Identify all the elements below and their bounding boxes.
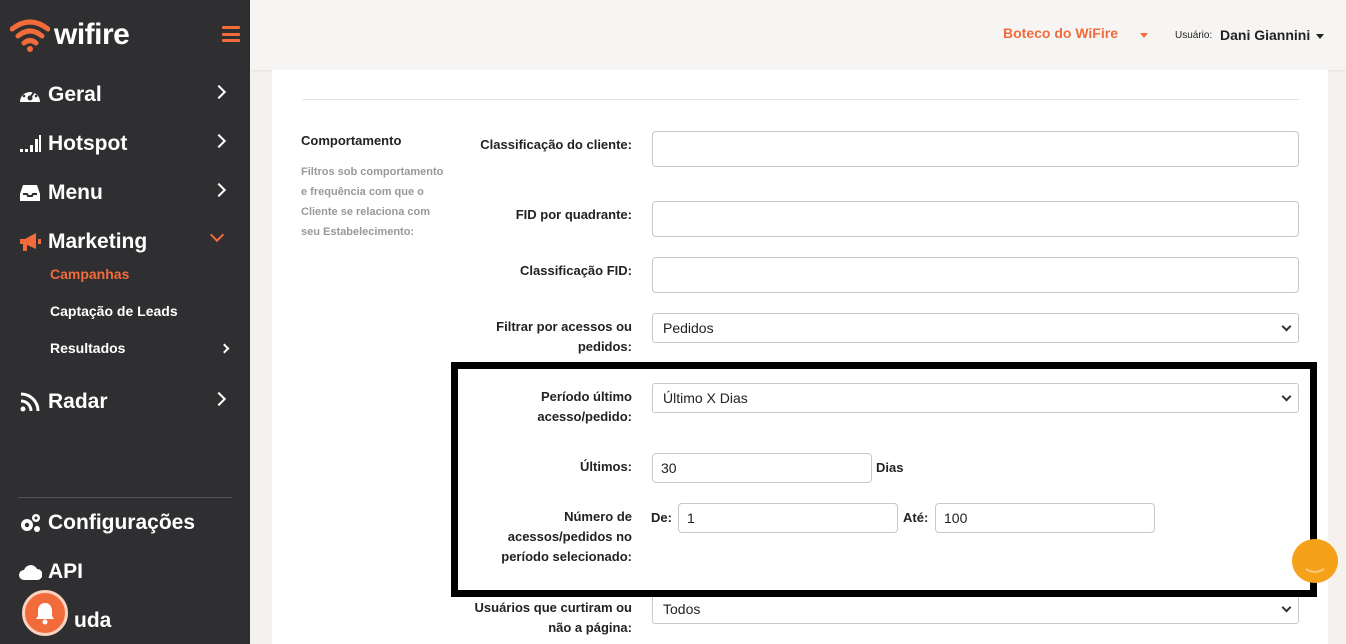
wifi-logo-icon: [9, 17, 51, 53]
menu-toggle-icon[interactable]: [222, 26, 240, 42]
chevron-right-icon: [211, 391, 227, 407]
notification-bell-button[interactable]: [22, 590, 68, 636]
ate-input[interactable]: 100: [935, 503, 1155, 533]
de-input[interactable]: 1: [678, 503, 898, 533]
ate-label: Até:: [903, 510, 929, 525]
sidebar-subitem-captacao-leads[interactable]: Captação de Leads: [50, 303, 178, 319]
chevron-down-icon: [1281, 602, 1292, 613]
filtrar-select-value: Pedidos: [663, 320, 714, 336]
classificacao-fid-label: Classificação FID:: [520, 263, 632, 278]
gears-icon: [18, 511, 42, 535]
ultimos-days-input[interactable]: 30: [652, 453, 872, 483]
chevron-right-icon: [211, 182, 227, 198]
logo[interactable]: wifire: [0, 0, 250, 70]
sidebar-item-menu[interactable]: Menu: [0, 175, 250, 211]
caret-down-icon[interactable]: [1140, 33, 1148, 38]
caret-down-icon[interactable]: [1316, 34, 1324, 39]
ultimos-label: Últimos:: [580, 459, 632, 474]
sidebar-item-label: Marketing: [48, 230, 148, 253]
filtrar-label: Filtrar por acessos ou pedidos:: [496, 319, 632, 354]
sidebar-item-radar[interactable]: Radar: [0, 384, 250, 420]
periodo-select-value: Último X Dias: [663, 390, 748, 406]
megaphone-icon: [18, 230, 42, 254]
chat-widget-button[interactable]: [1292, 539, 1338, 583]
sidebar-subitem-resultados[interactable]: Resultados: [50, 340, 125, 356]
logo-text: wifire: [54, 18, 130, 51]
curtiram-select-value: Todos: [663, 601, 701, 617]
inbox-icon: [18, 181, 42, 205]
section-divider: [302, 99, 1299, 100]
sidebar-item-label: Geral: [48, 83, 102, 106]
cloud-icon: [18, 560, 42, 584]
signal-icon: [18, 132, 42, 156]
sidebar-item-configuracoes[interactable]: Configurações: [0, 505, 250, 541]
fid-quadrante-field[interactable]: [652, 201, 1299, 237]
section-title: Comportamento: [301, 133, 402, 148]
classificacao-fid-field[interactable]: [652, 257, 1299, 293]
periodo-label: Período último acesso/pedido:: [537, 389, 632, 424]
numero-acessos-label: Número de acessos/pedidos no período sel…: [501, 509, 632, 564]
sidebar-item-label: API: [48, 560, 84, 583]
sidebar: wifire Geral Hotspot Menu Marketing Camp…: [0, 0, 250, 644]
periodo-select[interactable]: Último X Dias: [652, 383, 1299, 413]
classificacao-cliente-label: Classificação do cliente:: [480, 137, 632, 152]
user-menu[interactable]: Dani Giannini: [1220, 27, 1310, 43]
sidebar-item-marketing[interactable]: Marketing: [0, 224, 250, 260]
classificacao-cliente-field[interactable]: [652, 131, 1299, 167]
section-description: Filtros sob comportamento e frequência c…: [301, 166, 444, 238]
topbar: Boteco do WiFire Usuário: Dani Giannini: [250, 0, 1346, 70]
sidebar-item-api[interactable]: API: [0, 554, 250, 590]
chevron-right-icon: [211, 133, 227, 149]
rss-icon: [18, 390, 42, 414]
chevron-down-icon: [1281, 321, 1292, 332]
sidebar-item-hotspot[interactable]: Hotspot: [0, 126, 250, 162]
chevron-down-icon: [1281, 391, 1292, 402]
fid-quadrante-label: FID por quadrante:: [515, 207, 632, 222]
ultimos-unit-label: Dias: [876, 460, 904, 475]
filtrar-select[interactable]: Pedidos: [652, 313, 1299, 343]
sidebar-item-label: Menu: [48, 181, 103, 204]
ate-value: 100: [944, 510, 968, 526]
chevron-down-icon: [209, 227, 225, 243]
dashboard-icon: [18, 83, 42, 107]
user-label: Usuário:: [1175, 30, 1213, 41]
sidebar-item-geral[interactable]: Geral: [0, 77, 250, 113]
sidebar-item-label: Radar: [48, 390, 108, 413]
ultimos-days-value: 30: [661, 460, 677, 476]
chevron-right-icon: [219, 343, 230, 354]
store-selector[interactable]: Boteco do WiFire: [1003, 25, 1118, 41]
de-value: 1: [687, 510, 695, 526]
sidebar-item-label: Hotspot: [48, 132, 128, 155]
chat-icon: [1305, 568, 1325, 573]
de-label: De:: [651, 510, 672, 525]
bell-icon: [36, 603, 54, 625]
sidebar-divider: [18, 497, 232, 498]
sidebar-item-label: uda: [74, 609, 112, 632]
sidebar-item-label: Configurações: [48, 511, 196, 534]
curtiram-select[interactable]: Todos: [652, 594, 1299, 624]
sidebar-subitem-campanhas[interactable]: Campanhas: [50, 266, 129, 282]
chevron-right-icon: [211, 84, 227, 100]
curtiram-label: Usuários que curtiram ou não a página:: [474, 600, 632, 635]
